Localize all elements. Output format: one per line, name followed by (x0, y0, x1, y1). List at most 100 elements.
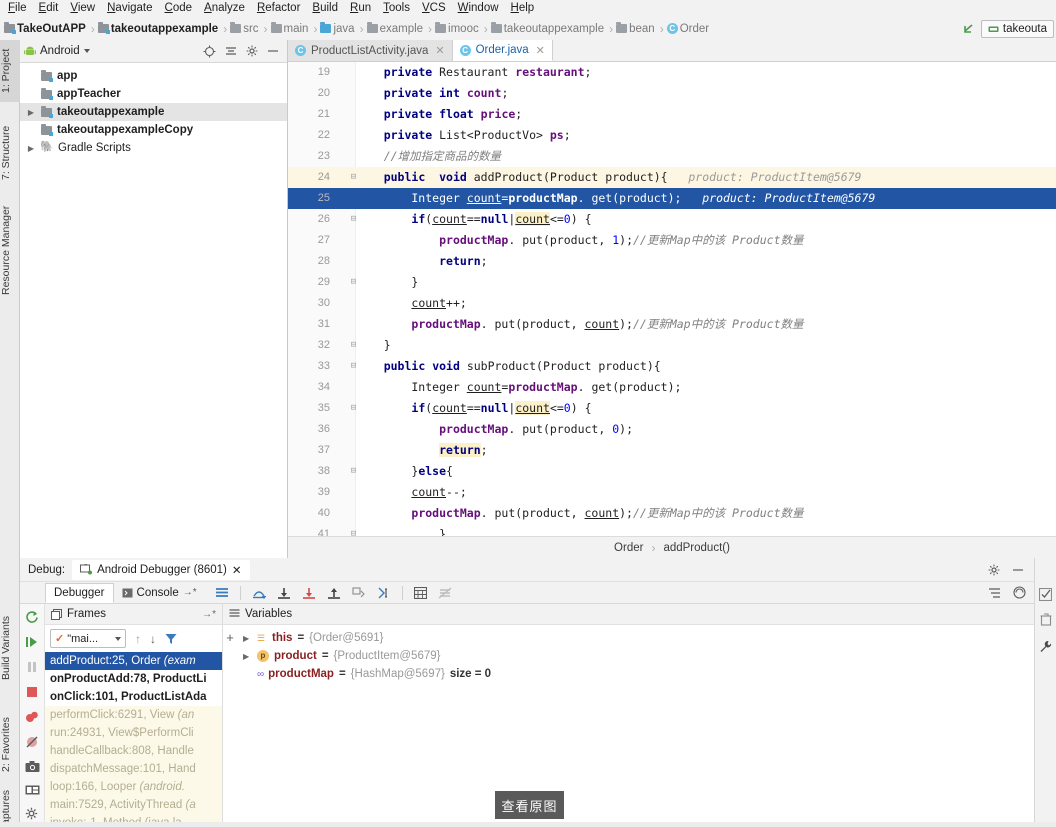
hide-icon[interactable] (1012, 564, 1024, 576)
code-line-29[interactable]: 29 ⊟ } (288, 272, 1056, 293)
breadcrumb-item-example[interactable]: example (366, 22, 425, 35)
code-line-36[interactable]: 36 productMap. put(product, 0); (288, 419, 1056, 440)
code-line-25[interactable]: 25 Integer count=productMap. get(product… (288, 188, 1056, 209)
frame-item[interactable]: run:24931, View$PerformCli (45, 724, 222, 742)
tree-item-gradle-scripts[interactable]: ▶ Gradle Scripts (20, 139, 287, 157)
add-watch-icon[interactable]: + (226, 630, 234, 645)
back-arrow-icon[interactable] (961, 22, 975, 36)
tool-button-project[interactable]: 1: Project (0, 40, 20, 102)
code-line-37[interactable]: 37 return; (288, 440, 1056, 461)
code-line-21[interactable]: 21 private float price; (288, 104, 1056, 125)
menu-item-code[interactable]: Code (159, 0, 199, 17)
code-line-19[interactable]: 19 private Restaurant restaurant; (288, 62, 1056, 83)
project-view-selector-label[interactable]: Android (40, 45, 80, 57)
tool-button-build-variants[interactable]: Build Variants (0, 600, 20, 695)
breadcrumb-class[interactable]: Order (614, 542, 643, 554)
mute-breakpoints-icon[interactable] (25, 735, 39, 749)
close-icon[interactable]: ✕ (536, 44, 545, 57)
trash-icon[interactable] (1040, 613, 1052, 626)
code-line-26[interactable]: 26 ⊟ if(count==null|count<=0) { (288, 209, 1056, 230)
expand-arrow-icon[interactable]: ▶ (26, 144, 36, 153)
code-line-35[interactable]: 35 ⊟ if(count==null|count<=0) { (288, 398, 1056, 419)
variable-row[interactable]: ∞ productMap = {HashMap@5697} size = 0 (237, 665, 1034, 683)
breadcrumb-item-java[interactable]: java (320, 22, 356, 35)
help-icon[interactable] (1013, 586, 1026, 599)
menu-item-run[interactable]: Run (344, 0, 377, 17)
hide-icon[interactable] (267, 45, 279, 57)
resume-program-icon[interactable] (25, 635, 39, 649)
code-line-20[interactable]: 20 private int count; (288, 83, 1056, 104)
view-original-image-button[interactable]: 查看原图 (495, 791, 564, 819)
menu-item-vcs[interactable]: VCS (416, 0, 452, 17)
breadcrumb-item-main[interactable]: main (270, 22, 311, 35)
code-line-23[interactable]: 23 //增加指定商品的数量 (288, 146, 1056, 167)
code-text-area[interactable]: 19 private Restaurant restaurant; 20 priv… (288, 62, 1056, 536)
collapse-all-icon[interactable] (225, 45, 237, 57)
breadcrumb-item-order[interactable]: C Order (666, 23, 711, 35)
run-configuration-selector[interactable]: takeouta (980, 19, 1054, 38)
rerun-icon[interactable] (25, 610, 39, 624)
settings-list-icon[interactable] (988, 587, 1001, 599)
detach-icon[interactable]: →* (202, 609, 216, 620)
editor-tab-order[interactable]: C Order.java ✕ (452, 40, 553, 61)
breadcrumb-item-src[interactable]: src (230, 22, 260, 35)
variables-list[interactable]: ▶ this = {Order@5691} ▶ p product = {ProductItem… (237, 625, 1034, 827)
step-out-icon[interactable] (327, 587, 341, 599)
expand-arrow-icon[interactable]: ▶ (26, 108, 36, 117)
menu-item-navigate[interactable]: Navigate (101, 0, 158, 17)
code-line-41[interactable]: 41 ⊟ } (288, 524, 1056, 536)
filter-icon[interactable] (165, 633, 177, 645)
expand-arrow-icon[interactable]: ▶ (243, 634, 252, 643)
code-line-22[interactable]: 22 private List<ProductVo> ps; (288, 125, 1056, 146)
breadcrumb-item-takeoutappexample[interactable]: takeoutappexample (490, 22, 606, 35)
frame-item[interactable]: performClick:6291, View (an (45, 706, 222, 724)
tab-debugger[interactable]: Debugger (45, 582, 114, 603)
tree-item-app[interactable]: app (20, 67, 287, 85)
move-down-icon[interactable]: ↓ (150, 632, 156, 646)
code-line-32[interactable]: 32 ⊟ } (288, 335, 1056, 356)
frame-item[interactable]: onClick:101, ProductListAda (45, 688, 222, 706)
screenshot-icon[interactable] (25, 760, 40, 773)
menu-item-edit[interactable]: Edit (33, 0, 65, 17)
wrench-icon[interactable] (1039, 640, 1052, 653)
step-into-icon[interactable] (277, 587, 291, 599)
frame-item[interactable]: addProduct:25, Order (exam (45, 652, 222, 670)
view-breakpoints-icon[interactable] (25, 710, 39, 724)
mute-breakpoints-icon[interactable] (438, 586, 452, 599)
code-line-30[interactable]: 30 count++; (288, 293, 1056, 314)
tree-item-appteacher[interactable]: appTeacher (20, 85, 287, 103)
tool-button-favorites[interactable]: 2: Favorites (0, 704, 20, 786)
stop-icon[interactable] (25, 685, 39, 699)
chevron-down-icon[interactable] (115, 636, 121, 641)
expand-arrow-icon[interactable]: ▶ (243, 652, 252, 661)
evaluate-expression-icon[interactable] (413, 586, 427, 599)
force-step-into-icon[interactable] (302, 587, 316, 599)
frames-list[interactable]: addProduct:25, Order (exam onProductAdd:7… (45, 652, 222, 827)
code-line-27[interactable]: 27 productMap. put(product, 1);//更新Map中的… (288, 230, 1056, 251)
variable-row[interactable]: ▶ p product = {ProductItem@5679} (237, 647, 1034, 665)
thread-selector[interactable]: ✓ "mai... (50, 629, 126, 648)
code-line-39[interactable]: 39 count--; (288, 482, 1056, 503)
code-line-34[interactable]: 34 Integer count=productMap. get(product… (288, 377, 1056, 398)
tool-button-structure[interactable]: 7: Structure (0, 118, 20, 188)
close-icon[interactable]: ✕ (435, 44, 444, 57)
move-up-icon[interactable]: ↑ (135, 632, 141, 646)
settings-icon[interactable] (25, 807, 39, 821)
editor-tab-productlistactivity[interactable]: C ProductListActivity.java ✕ (288, 40, 453, 61)
code-line-38[interactable]: 38 ⊟ }else{ (288, 461, 1056, 482)
breadcrumb-item-takeoutapp[interactable]: TakeOutAPP (4, 22, 88, 35)
run-to-cursor-icon[interactable] (377, 587, 391, 599)
debug-session-tab[interactable]: Android Debugger (8601) ✕ (72, 559, 250, 580)
close-icon[interactable]: ✕ (232, 563, 242, 577)
menu-item-analyze[interactable]: Analyze (198, 0, 251, 17)
locate-icon[interactable] (203, 45, 216, 58)
code-line-28[interactable]: 28 return; (288, 251, 1056, 272)
code-line-31[interactable]: 31 productMap. put(product, count);//更新M… (288, 314, 1056, 335)
code-line-33[interactable]: 33 ⊟ public void subProduct(Product produ… (288, 356, 1056, 377)
tree-item-takeoutappexample[interactable]: ▶ takeoutappexample (20, 103, 287, 121)
frame-item[interactable]: loop:166, Looper (android. (45, 778, 222, 796)
tool-button-resource-manager[interactable]: Resource Manager (0, 195, 20, 305)
layout-inspector-icon[interactable] (25, 784, 40, 796)
menu-item-build[interactable]: Build (306, 0, 344, 17)
frame-item[interactable]: onProductAdd:78, ProductLi (45, 670, 222, 688)
